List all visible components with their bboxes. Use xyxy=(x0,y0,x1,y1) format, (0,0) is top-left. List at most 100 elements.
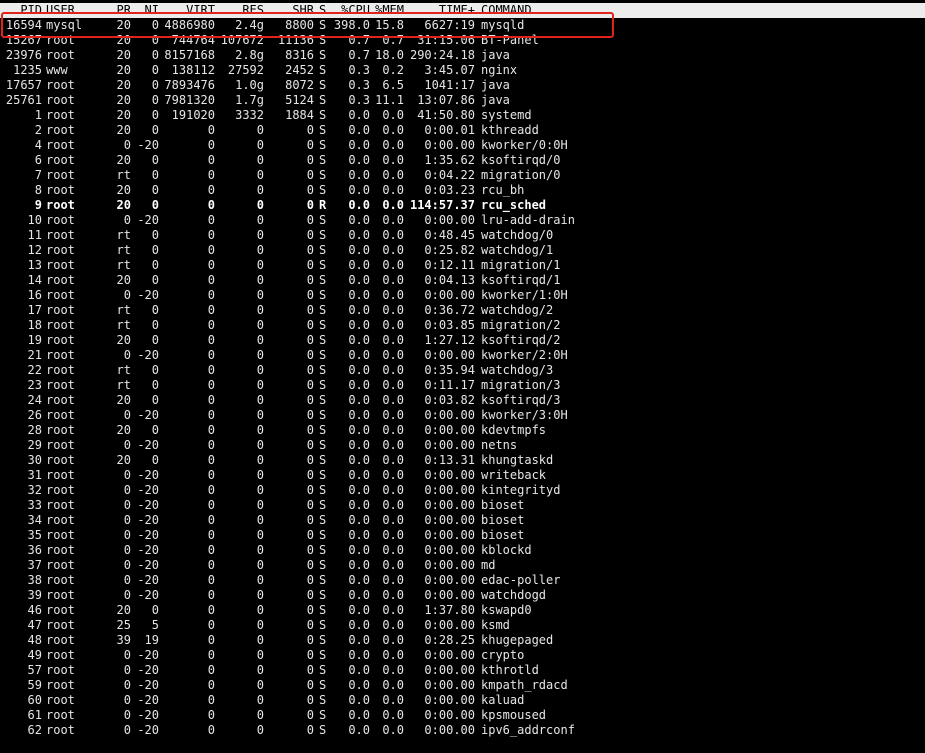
process-row[interactable]: 1235 www 20 0 138112 27592 2452 S 0.3 0.2 3:45.07 n… xyxy=(0,63,925,78)
process-row[interactable]: 34 root 0 -20 0 0 0 S 0.0 0.0 0:00.00 bioset xyxy=(0,513,925,528)
process-row[interactable]: 30 root 20 0 0 0 0 S 0.0 0.0 0:13.31 khungtaskd xyxy=(0,453,925,468)
process-row[interactable]: 26 root 0 -20 0 0 0 S 0.0 0.0 0:00.00 kworker/3:0H xyxy=(0,408,925,423)
pid-cell: 60 xyxy=(27,693,42,707)
shr-cell: 0 xyxy=(306,483,314,497)
process-row[interactable]: 14 root 20 0 0 0 0 S 0.0 0.0 0:04.13 ksoftirqd/1 xyxy=(0,273,925,288)
priority-cell: 25 xyxy=(116,618,131,632)
header-cpu[interactable]: %CPU xyxy=(341,3,370,18)
user-cell: root xyxy=(46,558,75,572)
cpu-cell: 0.0 xyxy=(348,123,370,137)
process-row[interactable]: 18 root rt 0 0 0 0 S 0.0 0.0 0:03.85 migration/2 xyxy=(0,318,925,333)
process-row[interactable]: 12 root rt 0 0 0 0 S 0.0 0.0 0:25.82 watchdog/1 xyxy=(0,243,925,258)
process-row[interactable]: 62 root 0 -20 0 0 0 S 0.0 0.0 0:00.00 ipv6_addrconf xyxy=(0,723,925,738)
process-row[interactable]: 23976 root 20 0 8157168 2.8g 8316 S 0.7 18.0 290:2… xyxy=(0,48,925,63)
process-row[interactable]: 25761 root 20 0 7981320 1.7g 5124 S 0.3 11.1 13:07… xyxy=(0,93,925,108)
process-row[interactable]: 11 root rt 0 0 0 0 S 0.0 0.0 0:48.45 watchdog/0 xyxy=(0,228,925,243)
virt-cell: 0 xyxy=(207,423,215,437)
header-virt[interactable]: VIRT xyxy=(186,3,215,18)
mem-cell: 0.0 xyxy=(382,123,404,137)
process-row[interactable]: 32 root 0 -20 0 0 0 S 0.0 0.0 0:00.00 kintegrityd xyxy=(0,483,925,498)
process-row[interactable]: 7 root rt 0 0 0 0 S 0.0 0.0 0:04.22 migration/0 xyxy=(0,168,925,183)
process-row[interactable]: 57 root 0 -20 0 0 0 S 0.0 0.0 0:00.00 kthrotld xyxy=(0,663,925,678)
priority-cell: 0 xyxy=(123,708,131,722)
process-row[interactable]: 4 root 0 -20 0 0 0 S 0.0 0.0 0:00.00 kworker/0:0H xyxy=(0,138,925,153)
process-row[interactable]: 47 root 25 5 0 0 0 S 0.0 0.0 0:00.00 ksmd xyxy=(0,618,925,633)
nice-cell: -20 xyxy=(137,288,159,302)
virt-cell: 0 xyxy=(207,468,215,482)
shr-cell: 0 xyxy=(306,543,314,557)
process-row[interactable]: 10 root 0 -20 0 0 0 S 0.0 0.0 0:00.00 lru-add-drain xyxy=(0,213,925,228)
time-cell: 3:45.07 xyxy=(424,63,475,77)
process-row[interactable]: 13 root rt 0 0 0 0 S 0.0 0.0 0:12.11 migration/1 xyxy=(0,258,925,273)
process-row[interactable]: 49 root 0 -20 0 0 0 S 0.0 0.0 0:00.00 crypto xyxy=(0,648,925,663)
process-row[interactable]: 31 root 0 -20 0 0 0 S 0.0 0.0 0:00.00 writeback xyxy=(0,468,925,483)
process-row[interactable]: 33 root 0 -20 0 0 0 S 0.0 0.0 0:00.00 bioset xyxy=(0,498,925,513)
process-row[interactable]: 46 root 20 0 0 0 0 S 0.0 0.0 1:37.80 kswapd0 xyxy=(0,603,925,618)
cpu-cell: 0.0 xyxy=(348,288,370,302)
process-row[interactable]: 16594 mysql 20 0 4886980 2.4g 8800 S 398.0 15.8 66… xyxy=(0,18,925,33)
header-mem[interactable]: %MEM xyxy=(375,3,404,18)
time-cell: 0:00.00 xyxy=(424,483,475,497)
process-row[interactable]: 6 root 20 0 0 0 0 S 0.0 0.0 1:35.62 ksoftirqd/0 xyxy=(0,153,925,168)
virt-cell: 0 xyxy=(207,438,215,452)
process-row[interactable]: 24 root 20 0 0 0 0 S 0.0 0.0 0:03.82 ksoftirqd/3 xyxy=(0,393,925,408)
process-row[interactable]: 15267 root 20 0 744764 107672 11136 S 0.7 0.7 31:1… xyxy=(0,33,925,48)
shr-cell: 0 xyxy=(306,408,314,422)
time-cell: 0:00.00 xyxy=(424,618,475,632)
cpu-cell: 0.0 xyxy=(348,603,370,617)
pid-cell: 59 xyxy=(27,678,42,692)
process-row[interactable]: 23 root rt 0 0 0 0 S 0.0 0.0 0:11.17 migration/3 xyxy=(0,378,925,393)
header-time[interactable]: TIME+ xyxy=(439,3,475,18)
header-pr[interactable]: PR xyxy=(117,3,131,18)
state-cell: S xyxy=(319,333,327,347)
shr-cell: 0 xyxy=(306,123,314,137)
command-cell: ksoftirqd/0 xyxy=(481,153,561,167)
mem-cell: 0.0 xyxy=(382,468,404,482)
process-row[interactable]: 21 root 0 -20 0 0 0 S 0.0 0.0 0:00.00 kworker/2:0H xyxy=(0,348,925,363)
process-row[interactable]: 17 root rt 0 0 0 0 S 0.0 0.0 0:36.72 watchdog/2 xyxy=(0,303,925,318)
process-row[interactable]: 22 root rt 0 0 0 0 S 0.0 0.0 0:35.94 watchdog/3 xyxy=(0,363,925,378)
header-command[interactable]: COMMAND xyxy=(481,3,532,18)
cpu-cell: 0.0 xyxy=(348,348,370,362)
header-ni[interactable]: NI xyxy=(145,3,159,18)
res-cell: 107672 xyxy=(220,33,264,47)
process-row[interactable]: 9 root 20 0 0 0 0 R 0.0 0.0 114:57.37 rcu_sched xyxy=(0,198,925,213)
process-row[interactable]: 39 root 0 -20 0 0 0 S 0.0 0.0 0:00.00 watchdogd xyxy=(0,588,925,603)
pid-cell: 35 xyxy=(27,528,42,542)
shr-cell: 0 xyxy=(306,273,314,287)
cpu-cell: 0.0 xyxy=(348,153,370,167)
process-row[interactable]: 61 root 0 -20 0 0 0 S 0.0 0.0 0:00.00 kpsmoused xyxy=(0,708,925,723)
pid-cell: 57 xyxy=(27,663,42,677)
process-row[interactable]: 2 root 20 0 0 0 0 S 0.0 0.0 0:00.01 kthreadd xyxy=(0,123,925,138)
process-row[interactable]: 28 root 20 0 0 0 0 S 0.0 0.0 0:00.00 kdevtmpfs xyxy=(0,423,925,438)
process-row[interactable]: 36 root 0 -20 0 0 0 S 0.0 0.0 0:00.00 kblockd xyxy=(0,543,925,558)
header-pid[interactable]: PID xyxy=(20,3,42,18)
process-row[interactable]: 59 root 0 -20 0 0 0 S 0.0 0.0 0:00.00 kmpath_rdacd xyxy=(0,678,925,693)
process-row[interactable]: 38 root 0 -20 0 0 0 S 0.0 0.0 0:00.00 edac-poller xyxy=(0,573,925,588)
priority-cell: 0 xyxy=(123,723,131,737)
time-cell: 31:15.06 xyxy=(417,33,475,47)
header-res[interactable]: RES xyxy=(242,3,264,18)
process-row[interactable]: 16 root 0 -20 0 0 0 S 0.0 0.0 0:00.00 kworker/1:0H xyxy=(0,288,925,303)
command-cell: watchdog/3 xyxy=(481,363,554,377)
process-row[interactable]: 35 root 0 -20 0 0 0 S 0.0 0.0 0:00.00 bioset xyxy=(0,528,925,543)
process-row[interactable]: 60 root 0 -20 0 0 0 S 0.0 0.0 0:00.00 kaluad xyxy=(0,693,925,708)
process-row[interactable]: 37 root 0 -20 0 0 0 S 0.0 0.0 0:00.00 md xyxy=(0,558,925,573)
process-row[interactable]: 17657 root 20 0 7893476 1.0g 8072 S 0.3 6.5 1041:1… xyxy=(0,78,925,93)
time-cell: 0:00.01 xyxy=(424,123,475,137)
header-state[interactable]: S xyxy=(319,3,326,18)
time-cell: 0:00.00 xyxy=(424,348,475,362)
process-row[interactable]: 29 root 0 -20 0 0 0 S 0.0 0.0 0:00.00 netns xyxy=(0,438,925,453)
header-user[interactable]: USER xyxy=(46,3,75,18)
process-row[interactable]: 1 root 20 0 191020 3332 1884 S 0.0 0.0 41:50.80 sys… xyxy=(0,108,925,123)
res-cell: 0 xyxy=(256,288,264,302)
process-row[interactable]: 8 root 20 0 0 0 0 S 0.0 0.0 0:03.23 rcu_bh xyxy=(0,183,925,198)
nice-cell: -20 xyxy=(137,213,159,227)
process-row[interactable]: 19 root 20 0 0 0 0 S 0.0 0.0 1:27.12 ksoftirqd/2 xyxy=(0,333,925,348)
user-cell: root xyxy=(46,603,75,617)
priority-cell: 0 xyxy=(123,528,131,542)
user-cell: root xyxy=(46,348,75,362)
process-row[interactable]: 48 root 39 19 0 0 0 S 0.0 0.0 0:28.25 khugepaged xyxy=(0,633,925,648)
header-shr[interactable]: SHR xyxy=(292,3,314,18)
res-cell: 3332 xyxy=(235,108,264,122)
